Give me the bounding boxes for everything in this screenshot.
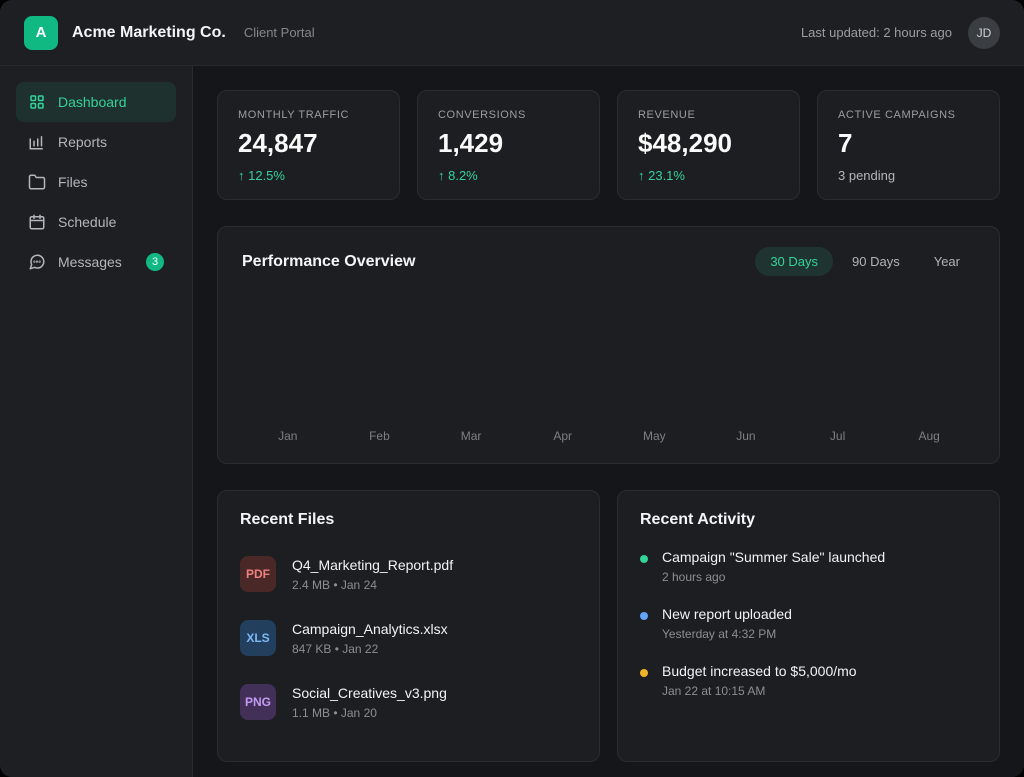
file-row[interactable]: PDF Q4_Marketing_Report.pdf 2.4 MB • Jan… [240, 549, 577, 599]
grid-icon [28, 93, 46, 111]
stat-delta: ↑ 12.5% [238, 168, 379, 183]
month-label: Jan [242, 429, 334, 443]
last-updated-text: Last updated: 2 hours ago [801, 25, 952, 40]
file-type-badge: PNG [240, 684, 276, 720]
activity-dot [640, 555, 648, 563]
chart-area [242, 276, 975, 429]
file-row[interactable]: XLS Campaign_Analytics.xlsx 847 KB • Jan… [240, 613, 577, 663]
sidebar-item-schedule[interactable]: Schedule [16, 202, 176, 242]
file-name: Q4_Marketing_Report.pdf [292, 557, 453, 573]
sidebar-item-reports[interactable]: Reports [16, 122, 176, 162]
month-label: Jul [792, 429, 884, 443]
sidebar-item-files[interactable]: Files [16, 162, 176, 202]
sidebar-item-label: Files [58, 174, 164, 190]
activity-text: Budget increased to $5,000/mo [662, 663, 857, 679]
recent-activity-card: Recent Activity Campaign "Summer Sale" l… [617, 490, 1000, 762]
main-content: MONTHLY TRAFFIC 24,847 ↑ 12.5% CONVERSIO… [193, 66, 1024, 777]
range-pill-year[interactable]: Year [919, 247, 975, 276]
stat-label: ACTIVE CAMPAIGNS [838, 109, 979, 121]
activity-time: Jan 22 at 10:15 AM [662, 684, 857, 698]
month-label: Feb [334, 429, 426, 443]
stat-label: CONVERSIONS [438, 109, 579, 121]
month-label: Mar [425, 429, 517, 443]
sidebar: Dashboard Reports Files Schedule Message… [0, 66, 193, 777]
recent-files-title: Recent Files [240, 511, 577, 529]
recent-files-card: Recent Files PDF Q4_Marketing_Report.pdf… [217, 490, 600, 762]
performance-title: Performance Overview [242, 253, 755, 271]
stat-value: 24,847 [238, 128, 379, 159]
sidebar-item-label: Messages [58, 254, 134, 270]
activity-text: Campaign "Summer Sale" launched [662, 549, 885, 565]
sidebar-item-messages[interactable]: Messages 3 [16, 242, 176, 282]
month-label: Aug [883, 429, 975, 443]
app-window: A Acme Marketing Co. Client Portal Last … [0, 0, 1024, 777]
stat-card: REVENUE $48,290 ↑ 23.1% [617, 90, 800, 200]
company-logo: A [24, 16, 58, 50]
file-meta: 847 KB • Jan 22 [292, 642, 448, 656]
stat-delta: ↑ 23.1% [638, 168, 779, 183]
month-label: Jun [700, 429, 792, 443]
stat-card: MONTHLY TRAFFIC 24,847 ↑ 12.5% [217, 90, 400, 200]
messages-badge: 3 [146, 253, 164, 271]
stat-value: 7 [838, 128, 979, 159]
sidebar-item-label: Schedule [58, 214, 164, 230]
stat-label: REVENUE [638, 109, 779, 121]
recent-activity-title: Recent Activity [640, 511, 977, 529]
user-avatar[interactable]: JD [968, 17, 1000, 49]
stat-value: $48,290 [638, 128, 779, 159]
stat-card: ACTIVE CAMPAIGNS 7 3 pending [817, 90, 1000, 200]
file-meta: 2.4 MB • Jan 24 [292, 578, 453, 592]
stat-label: MONTHLY TRAFFIC [238, 109, 379, 121]
sidebar-item-dashboard[interactable]: Dashboard [16, 82, 176, 122]
month-label: Apr [517, 429, 609, 443]
stats-row: MONTHLY TRAFFIC 24,847 ↑ 12.5% CONVERSIO… [217, 90, 1000, 200]
file-type-badge: XLS [240, 620, 276, 656]
stat-delta: ↑ 8.2% [438, 168, 579, 183]
folder-icon [28, 173, 46, 191]
activity-item: New report uploaded Yesterday at 4:32 PM [640, 606, 977, 641]
portal-subtitle: Client Portal [244, 25, 315, 40]
activity-time: 2 hours ago [662, 570, 885, 584]
file-name: Social_Creatives_v3.png [292, 685, 447, 701]
file-row[interactable]: PNG Social_Creatives_v3.png 1.1 MB • Jan… [240, 677, 577, 727]
stat-sub: 3 pending [838, 168, 979, 183]
stat-card: CONVERSIONS 1,429 ↑ 8.2% [417, 90, 600, 200]
bar-chart-icon [28, 133, 46, 151]
file-name: Campaign_Analytics.xlsx [292, 621, 448, 637]
activity-item: Campaign "Summer Sale" launched 2 hours … [640, 549, 977, 584]
activity-time: Yesterday at 4:32 PM [662, 627, 792, 641]
top-bar: A Acme Marketing Co. Client Portal Last … [0, 0, 1024, 66]
activity-dot [640, 669, 648, 677]
performance-overview-card: Performance Overview 30 Days90 DaysYear … [217, 226, 1000, 464]
sidebar-item-label: Dashboard [58, 94, 164, 110]
activity-item: Budget increased to $5,000/mo Jan 22 at … [640, 663, 977, 698]
chart-month-axis: JanFebMarAprMayJunJulAug [242, 429, 975, 443]
range-pill-90-days[interactable]: 90 Days [837, 247, 915, 276]
company-name: Acme Marketing Co. [72, 24, 226, 42]
activity-text: New report uploaded [662, 606, 792, 622]
calendar-icon [28, 213, 46, 231]
range-toggle: 30 Days90 DaysYear [755, 247, 975, 276]
stat-value: 1,429 [438, 128, 579, 159]
file-meta: 1.1 MB • Jan 20 [292, 706, 447, 720]
file-type-badge: PDF [240, 556, 276, 592]
month-label: May [609, 429, 701, 443]
range-pill-30-days[interactable]: 30 Days [755, 247, 833, 276]
sidebar-item-label: Reports [58, 134, 164, 150]
activity-dot [640, 612, 648, 620]
chat-icon [28, 253, 46, 271]
